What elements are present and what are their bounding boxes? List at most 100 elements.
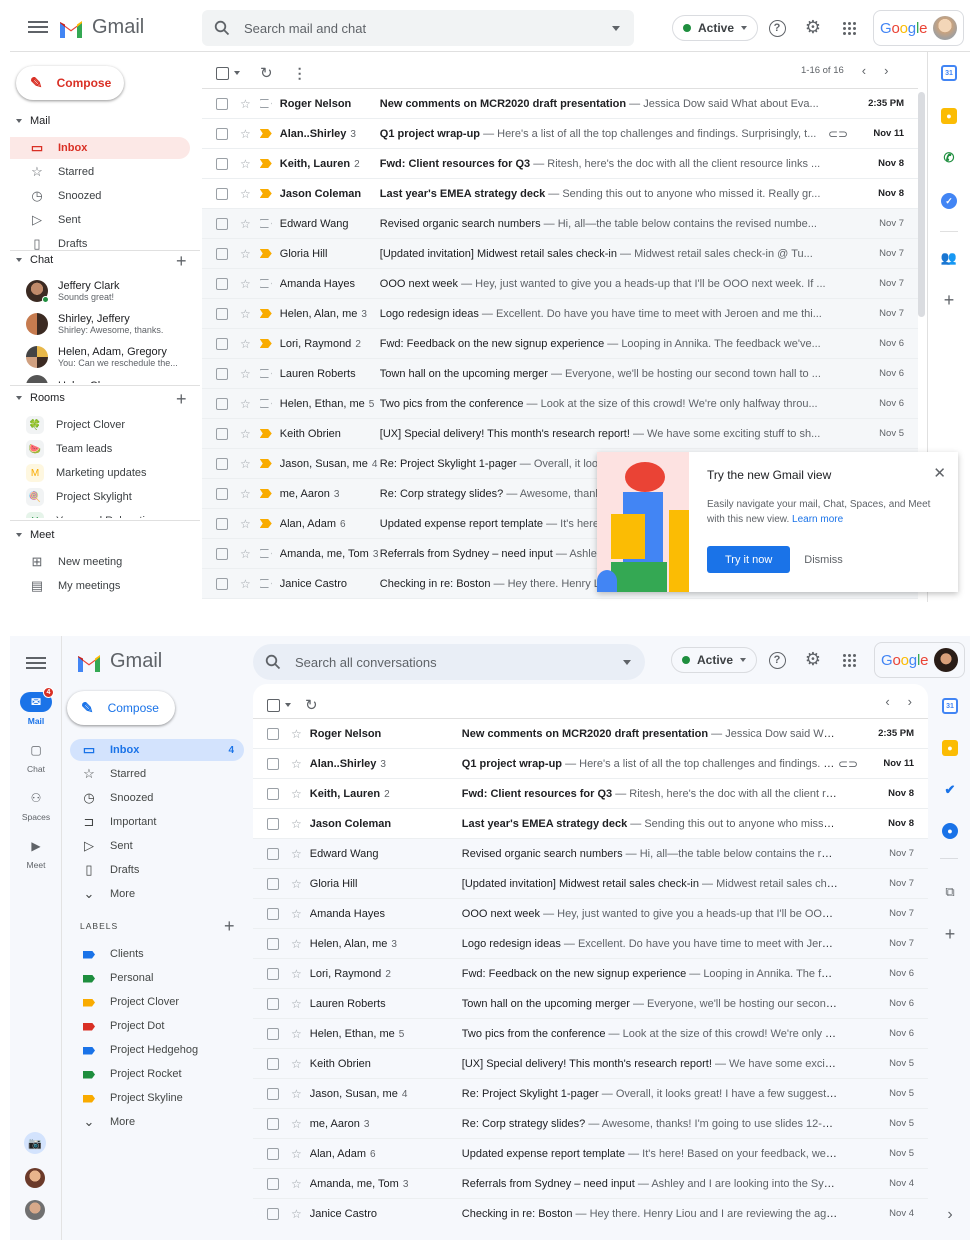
star-icon[interactable]: ☆ — [291, 937, 302, 951]
row-checkbox[interactable] — [267, 1147, 279, 1160]
star-icon[interactable]: ☆ — [291, 1027, 302, 1041]
row-checkbox[interactable] — [216, 547, 228, 560]
email-row[interactable]: ☆ Lori, Raymond 2 Fwd: Feedback on the new … — [253, 959, 928, 989]
gmail-logo[interactable]: Gmail — [76, 650, 162, 673]
row-checkbox[interactable] — [216, 187, 228, 200]
star-icon[interactable]: ☆ — [240, 157, 251, 171]
more-options-icon[interactable]: ⋮ — [293, 65, 307, 82]
sidebar-item-sent[interactable]: ▷ Sent — [10, 209, 190, 231]
email-row[interactable]: ☆ Keith, Lauren 2 Fwd: Client resources for… — [202, 149, 918, 179]
star-icon[interactable]: ☆ — [240, 457, 251, 471]
label-item[interactable]: Clients — [70, 943, 244, 965]
contacts-app-icon[interactable]: 👥 — [941, 250, 957, 266]
row-checkbox[interactable] — [216, 337, 228, 350]
star-icon[interactable]: ☆ — [291, 997, 302, 1011]
email-row[interactable]: ☆ Edward Wang Revised organic search numbe… — [202, 209, 918, 239]
add-label-button[interactable]: + — [224, 917, 235, 935]
compose-button[interactable]: ✎ Compose — [16, 66, 124, 100]
apps-button[interactable] — [839, 18, 859, 38]
row-checkbox[interactable] — [216, 127, 228, 140]
label-item[interactable]: Personal — [70, 967, 244, 989]
row-checkbox[interactable] — [267, 727, 279, 740]
star-icon[interactable]: ☆ — [291, 907, 302, 921]
important-marker-icon[interactable] — [259, 579, 272, 588]
chat-item[interactable]: Helen, Adam, Gregory You: Can we reschedu… — [26, 346, 178, 368]
sidebar-item-inbox[interactable]: ▭ Inbox 4 — [70, 739, 244, 761]
search-bar[interactable]: Search mail and chat — [202, 10, 634, 46]
row-checkbox[interactable] — [216, 277, 228, 290]
search-options-icon[interactable] — [612, 26, 620, 31]
calendar-app-icon[interactable]: 31 — [941, 65, 957, 81]
main-menu-button[interactable] — [26, 654, 46, 674]
star-icon[interactable]: ☆ — [240, 127, 251, 141]
search-options-icon[interactable] — [623, 660, 631, 665]
row-checkbox[interactable] — [267, 907, 279, 920]
row-checkbox[interactable] — [216, 247, 228, 260]
label-item[interactable]: Project Clover — [70, 991, 244, 1013]
scrollbar[interactable] — [918, 92, 925, 317]
next-page-icon[interactable]: › — [884, 63, 888, 78]
add-app-icon[interactable]: + — [942, 924, 958, 944]
sidebar-item-snoozed[interactable]: ◷ Snoozed — [10, 185, 190, 207]
space-avatar[interactable]: 📷 — [24, 1132, 46, 1154]
sidebar-item-important[interactable]: ⊐ Important — [70, 811, 244, 833]
row-checkbox[interactable] — [267, 1087, 279, 1100]
row-checkbox[interactable] — [267, 1207, 279, 1220]
refresh-icon[interactable]: ↻ — [305, 696, 318, 714]
rail-item-spaces[interactable]: ⚇ Spaces — [10, 788, 62, 822]
next-page-icon[interactable]: › — [908, 694, 912, 709]
important-marker-icon[interactable] — [259, 339, 272, 348]
row-checkbox[interactable] — [267, 877, 279, 890]
email-row[interactable]: ☆ Helen, Alan, me 3 Logo redesign ideas — E… — [253, 929, 928, 959]
row-checkbox[interactable] — [267, 997, 279, 1010]
important-marker-icon[interactable] — [259, 189, 272, 198]
help-button[interactable]: ? — [767, 650, 787, 670]
voice-app-icon[interactable]: ✆ — [941, 150, 957, 166]
row-checkbox[interactable] — [216, 157, 228, 170]
star-icon[interactable]: ☆ — [291, 757, 302, 771]
previous-page-icon[interactable]: ‹ — [862, 63, 866, 78]
chat-item[interactable]: Shirley, Jeffery Shirley: Awesome, thanks… — [26, 313, 163, 335]
rooms-section-toggle[interactable]: Rooms — [16, 392, 65, 404]
add-ons-icon[interactable]: ⧉ — [942, 884, 958, 900]
sidebar-item-inbox[interactable]: ▭ Inbox — [10, 137, 190, 159]
important-marker-icon[interactable] — [259, 459, 272, 468]
room-item[interactable]: 🍀 Project Clover — [26, 416, 125, 434]
row-checkbox[interactable] — [267, 937, 279, 950]
star-icon[interactable]: ☆ — [240, 337, 251, 351]
sidebar-item-sent[interactable]: ▷ Sent — [70, 835, 244, 857]
email-row[interactable]: ☆ Amanda Hayes OOO next week — Hey, just w… — [202, 269, 918, 299]
settings-button[interactable]: ⚙ — [803, 649, 823, 669]
star-icon[interactable]: ☆ — [240, 217, 251, 231]
label-item[interactable]: Project Hedgehog — [70, 1039, 244, 1061]
important-marker-icon[interactable] — [259, 399, 272, 408]
email-row[interactable]: ☆ Lauren Roberts Town hall on the upcoming… — [253, 989, 928, 1019]
meet-item[interactable]: ⊞ New meeting — [10, 551, 190, 573]
star-icon[interactable]: ☆ — [240, 367, 251, 381]
email-row[interactable]: ☆ Keith Obrien [UX] Special delivery! This… — [202, 419, 918, 449]
row-checkbox[interactable] — [267, 1027, 279, 1040]
email-row[interactable]: ☆ Amanda Hayes OOO next week — Hey, just w… — [253, 899, 928, 929]
previous-page-icon[interactable]: ‹ — [885, 694, 889, 709]
row-checkbox[interactable] — [267, 847, 279, 860]
row-checkbox[interactable] — [267, 757, 279, 770]
dismiss-button[interactable]: Dismiss — [804, 554, 843, 566]
status-button[interactable]: Active — [672, 15, 759, 41]
new-room-button[interactable]: + — [176, 390, 187, 408]
important-marker-icon[interactable] — [259, 369, 272, 378]
account-button[interactable]: Google — [873, 10, 965, 46]
refresh-icon[interactable]: ↻ — [260, 64, 273, 82]
important-marker-icon[interactable] — [259, 489, 272, 498]
important-marker-icon[interactable] — [259, 159, 272, 168]
star-icon[interactable]: ☆ — [240, 307, 251, 321]
select-all-checkbox[interactable] — [216, 66, 229, 80]
important-marker-icon[interactable] — [259, 309, 272, 318]
select-options-icon[interactable] — [285, 703, 291, 707]
star-icon[interactable]: ☆ — [240, 487, 251, 501]
apps-button[interactable] — [839, 650, 859, 670]
meet-item[interactable]: ▤ My meetings — [10, 575, 190, 597]
contact-avatar[interactable] — [25, 1200, 45, 1220]
important-marker-icon[interactable] — [259, 429, 272, 438]
star-icon[interactable]: ☆ — [291, 1057, 302, 1071]
settings-button[interactable]: ⚙ — [803, 17, 823, 37]
